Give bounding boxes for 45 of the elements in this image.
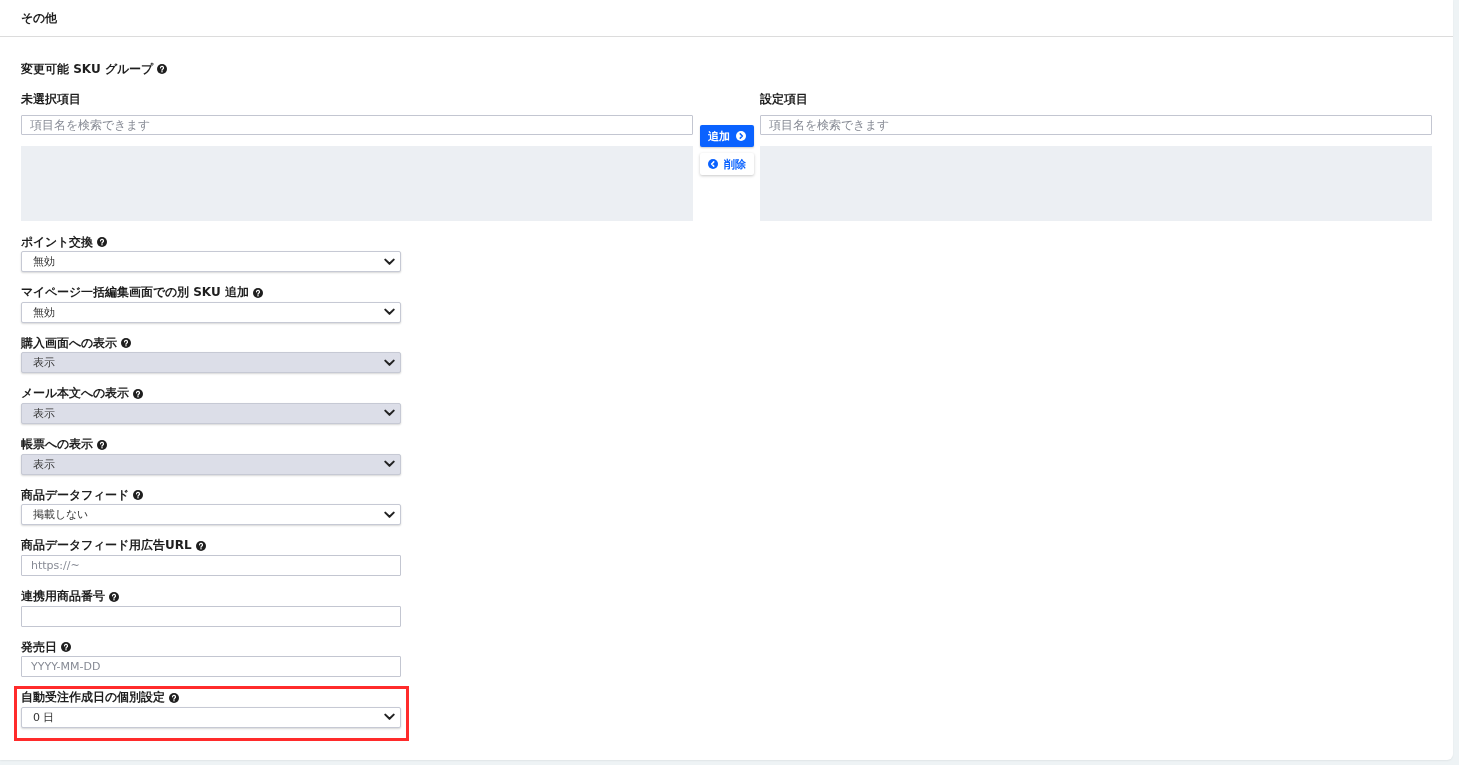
field-label: ポイント交換 bbox=[21, 234, 93, 250]
chevron-down-icon bbox=[384, 510, 395, 519]
column-label: 未選択項目 bbox=[21, 91, 81, 107]
field-label: 自動受注作成日の個別設定 bbox=[21, 690, 165, 706]
chevron-down-icon bbox=[384, 409, 395, 418]
chevron-down-icon bbox=[384, 257, 395, 266]
help-icon bbox=[97, 439, 107, 450]
field-label: マイページ一括編集画面での別 SKU 追加 bbox=[21, 285, 249, 301]
chevron-down-icon bbox=[384, 713, 395, 722]
help-icon bbox=[61, 642, 71, 653]
field-label: メール本文への表示 bbox=[21, 386, 129, 402]
field-label: 商品データフィード用広告URL bbox=[21, 538, 192, 554]
help-icon bbox=[252, 287, 263, 298]
chevron-down-icon bbox=[384, 308, 395, 317]
chevron-down-icon bbox=[384, 460, 395, 469]
help-icon bbox=[169, 692, 179, 703]
section-title: その他 bbox=[21, 10, 57, 26]
chevron-left-circle-icon bbox=[707, 159, 718, 169]
help-icon bbox=[97, 237, 107, 247]
help-icon bbox=[121, 338, 131, 349]
dropdown[interactable]: 掲載しない bbox=[21, 504, 401, 526]
dropdown[interactable]: 0 日 bbox=[21, 706, 401, 728]
dropdown[interactable]: 無効 bbox=[21, 301, 401, 323]
field-label: 帳票への表示 bbox=[21, 437, 93, 453]
add-button[interactable]: 追加 bbox=[699, 125, 754, 147]
column-label: 設定項目 bbox=[760, 91, 808, 107]
chevron-right-circle-icon bbox=[735, 131, 746, 141]
field-label: 購入画面への表示 bbox=[21, 335, 117, 351]
field-label: 連携用商品番号 bbox=[21, 589, 105, 605]
search-field[interactable]: 項目名を検索できます bbox=[21, 115, 693, 135]
group-label: 変更可能 SKU グループ bbox=[21, 61, 153, 77]
help-icon bbox=[156, 64, 167, 74]
field-label: 発売日 bbox=[21, 639, 57, 655]
help-icon bbox=[109, 591, 119, 602]
text-field[interactable] bbox=[21, 605, 401, 627]
field-label: 商品データフィード bbox=[21, 487, 129, 503]
help-icon bbox=[195, 540, 206, 551]
text-field[interactable]: YYYY-MM-DD bbox=[21, 656, 401, 678]
remove-button[interactable]: 削除 bbox=[699, 153, 754, 175]
help-icon bbox=[133, 490, 143, 501]
text-field[interactable]: https://~ bbox=[21, 554, 401, 576]
help-icon bbox=[133, 388, 143, 399]
chevron-down-icon bbox=[384, 358, 395, 367]
search-field[interactable]: 項目名を検索できます bbox=[760, 115, 1432, 135]
dropdown[interactable]: 無効 bbox=[21, 251, 401, 272]
